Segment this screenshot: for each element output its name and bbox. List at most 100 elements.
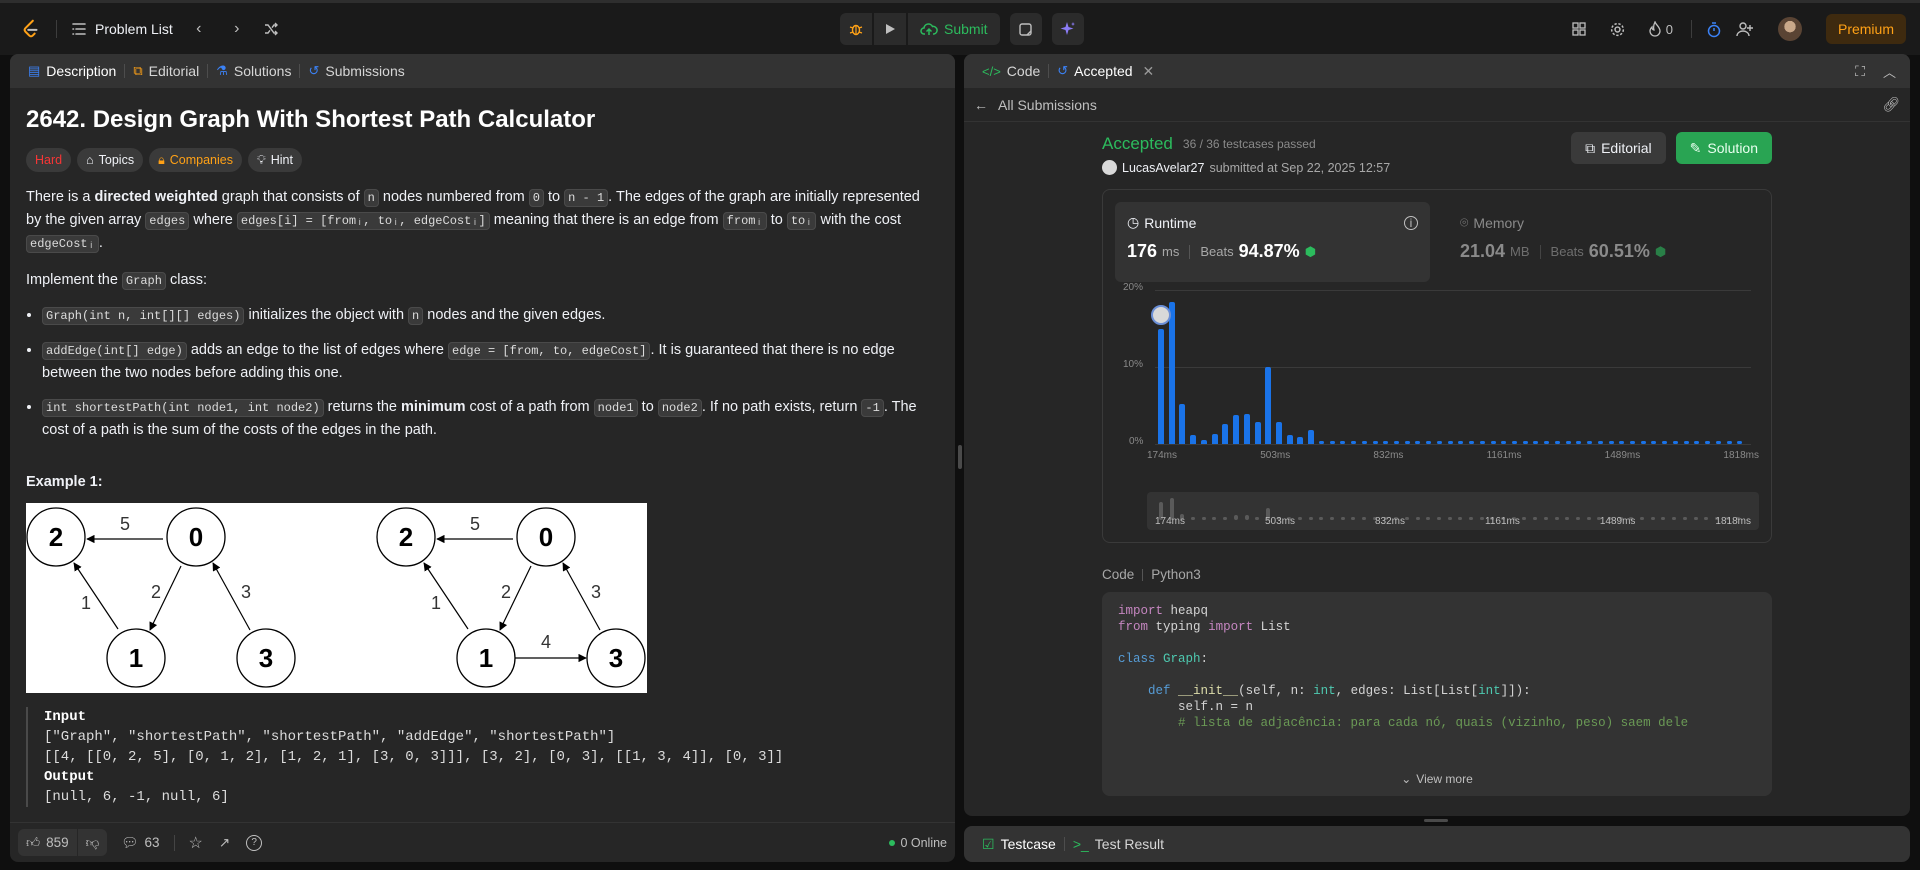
like-button[interactable]: 👍︎ 859 xyxy=(18,829,77,856)
chart-bar[interactable] xyxy=(1426,441,1432,444)
link-icon[interactable]: 🔗︎ xyxy=(1882,96,1900,113)
chart-bar[interactable] xyxy=(1715,441,1721,444)
tab-accepted[interactable]: ↺ Accepted ✕ xyxy=(1049,54,1162,88)
chart-bar[interactable] xyxy=(1179,403,1186,444)
chart-bar[interactable] xyxy=(1297,437,1304,444)
premium-button[interactable]: Premium xyxy=(1825,14,1906,44)
chart-bar[interactable] xyxy=(1640,441,1646,444)
chart-bar[interactable] xyxy=(1501,441,1507,444)
panel-resize-handle[interactable] xyxy=(958,445,962,469)
chart-bar[interactable] xyxy=(1254,421,1261,444)
chart-bar[interactable] xyxy=(1726,441,1732,444)
view-more-button[interactable]: ⌄ View more xyxy=(1102,772,1772,786)
memory-card[interactable]: ⌾ Memory 21.04 MB Beats 60.51% ⬢ xyxy=(1448,202,1748,282)
hint-tag[interactable]: 💡︎ Hint xyxy=(247,148,302,172)
chart-bar[interactable] xyxy=(1705,441,1711,444)
chart-range-navigator[interactable]: 174ms 503ms 832ms 1161ms 1489ms 1818ms xyxy=(1147,492,1759,530)
tab-editorial[interactable]: ⧉ Editorial xyxy=(125,54,207,88)
debug-button[interactable] xyxy=(840,13,872,45)
chart-bar[interactable] xyxy=(1394,441,1399,444)
notes-button[interactable] xyxy=(1009,13,1042,45)
panel-resize-handle[interactable] xyxy=(1424,819,1448,822)
chart-bar[interactable] xyxy=(1672,441,1678,444)
chart-bar[interactable] xyxy=(1576,441,1582,444)
chart-bar[interactable] xyxy=(1190,434,1197,444)
chart-bar[interactable] xyxy=(1168,301,1175,444)
avatar[interactable] xyxy=(1777,17,1802,41)
chart-bar[interactable] xyxy=(1318,441,1324,444)
chart-bar[interactable] xyxy=(1404,441,1410,444)
run-button[interactable] xyxy=(874,13,906,45)
ai-assistant-button[interactable] xyxy=(1051,13,1084,45)
share-icon[interactable]: ↗ xyxy=(219,835,230,851)
chart-bar[interactable] xyxy=(1286,434,1293,444)
solution-button[interactable]: ✎ Solution xyxy=(1675,132,1772,164)
chart-bar[interactable] xyxy=(1447,441,1453,444)
chart-bar[interactable] xyxy=(1211,434,1218,444)
comments-button[interactable]: 💬︎ 63 xyxy=(121,835,159,851)
chart-bar[interactable] xyxy=(1597,441,1603,444)
tab-testcase[interactable]: ☑ Testcase xyxy=(974,827,1064,861)
runtime-card[interactable]: ◷ Runtime i 176 ms Beats 94.87% ⬢ xyxy=(1115,202,1430,282)
chart-bar[interactable] xyxy=(1683,441,1689,444)
companies-tag[interactable]: 🔒︎ Companies xyxy=(149,148,242,172)
leetcode-logo-icon[interactable] xyxy=(20,18,42,40)
help-icon[interactable]: ? xyxy=(246,834,263,851)
chart-bar[interactable] xyxy=(1662,441,1668,444)
info-icon[interactable]: i xyxy=(1404,215,1418,230)
chart-bar[interactable] xyxy=(1608,441,1614,444)
editorial-button[interactable]: ⧉ Editorial xyxy=(1571,132,1666,164)
chart-bar[interactable] xyxy=(1630,441,1635,444)
chart-bar[interactable] xyxy=(1469,441,1475,444)
chart-bar[interactable] xyxy=(1243,413,1250,444)
chart-bar[interactable] xyxy=(1340,441,1346,444)
submit-button[interactable]: Submit xyxy=(908,13,1000,45)
username[interactable]: LucasAvelar27 xyxy=(1122,161,1204,175)
your-submission-marker[interactable] xyxy=(1151,304,1171,325)
user-avatar[interactable] xyxy=(1102,160,1117,175)
chart-bar[interactable] xyxy=(1361,441,1367,444)
problem-list-button[interactable]: Problem List xyxy=(71,21,173,37)
chart-bar[interactable] xyxy=(1222,423,1229,444)
shuffle-icon[interactable] xyxy=(263,21,279,37)
chart-bar[interactable] xyxy=(1351,441,1357,444)
chart-plot-area[interactable] xyxy=(1151,290,1748,444)
tab-submissions[interactable]: ↺ Submissions xyxy=(300,54,412,88)
timer-icon[interactable] xyxy=(1706,21,1722,38)
tab-test-result[interactable]: >_ Test Result xyxy=(1065,827,1172,861)
arrow-left-icon[interactable]: ← xyxy=(974,97,988,113)
chevron-left-icon[interactable]: ‹ xyxy=(187,20,211,38)
chart-bar[interactable] xyxy=(1694,441,1700,444)
chart-bar[interactable] xyxy=(1329,441,1335,444)
chart-bar[interactable] xyxy=(1565,441,1571,444)
chart-bar[interactable] xyxy=(1158,328,1164,444)
code-viewer[interactable]: import heapq from typing import List cla… xyxy=(1102,592,1772,796)
maximize-icon[interactable]: ⛶ xyxy=(1855,63,1865,80)
tab-code[interactable]: </> Code xyxy=(974,54,1048,88)
chart-bar[interactable] xyxy=(1436,441,1442,444)
chart-bar[interactable] xyxy=(1383,441,1389,444)
gear-icon[interactable] xyxy=(1609,21,1626,38)
all-submissions-link[interactable]: All Submissions xyxy=(998,97,1097,113)
chart-bar[interactable] xyxy=(1308,430,1315,444)
chart-bar[interactable] xyxy=(1458,441,1464,444)
collapse-icon[interactable]: ︿ xyxy=(1883,62,1896,81)
chart-bar[interactable] xyxy=(1651,441,1657,444)
tab-solutions[interactable]: ⚗ Solutions xyxy=(208,54,299,88)
chart-bar[interactable] xyxy=(1233,414,1240,444)
chart-bar[interactable] xyxy=(1737,441,1743,444)
layout-icon[interactable] xyxy=(1571,21,1587,37)
chart-bar[interactable] xyxy=(1276,421,1282,444)
chart-bar[interactable] xyxy=(1512,441,1517,444)
chart-bar[interactable] xyxy=(1619,441,1625,444)
chart-bar[interactable] xyxy=(1479,441,1485,444)
chart-bar[interactable] xyxy=(1265,367,1272,444)
streak-counter[interactable]: 0 xyxy=(1648,21,1673,37)
chart-bar[interactable] xyxy=(1533,441,1539,444)
star-icon[interactable]: ☆ xyxy=(189,833,203,853)
tab-description[interactable]: ▤ Description xyxy=(20,54,124,88)
chart-bar[interactable] xyxy=(1490,441,1496,444)
add-user-icon[interactable] xyxy=(1736,21,1754,37)
chevron-right-icon[interactable]: › xyxy=(225,20,249,38)
dislike-button[interactable]: 👎︎ xyxy=(77,829,108,856)
